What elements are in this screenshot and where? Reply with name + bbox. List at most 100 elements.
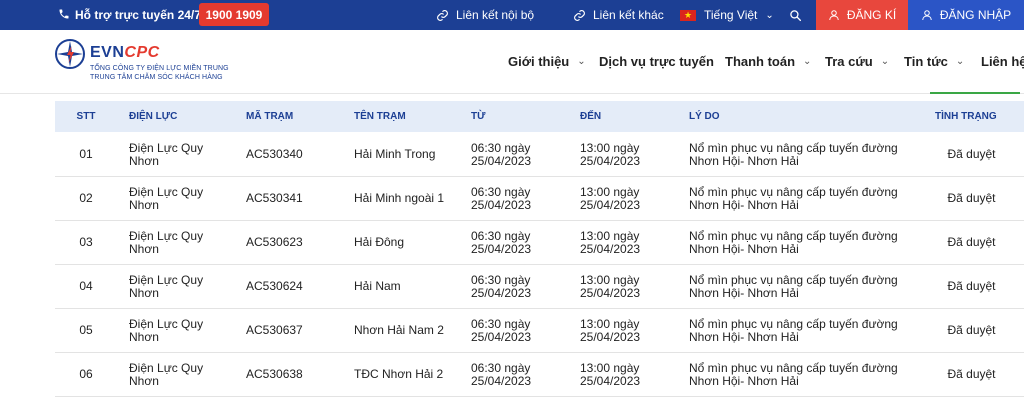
search-button[interactable] xyxy=(782,0,808,30)
cell-stt: 03 xyxy=(79,235,93,250)
cell-den: 13:00 ngày 25/04/2023 xyxy=(580,184,641,212)
nav-label: Thanh toán xyxy=(725,53,796,69)
hotline-label: Hỗ trợ trực tuyến 24/7: xyxy=(75,8,205,22)
brand-subtitle-1: TỔNG CÔNG TY ĐIỆN LỰC MIỀN TRUNG xyxy=(90,65,229,72)
login-button[interactable]: ĐĂNG NHẬP xyxy=(908,0,1024,30)
other-links[interactable]: Liên kết khác xyxy=(573,0,664,30)
table-row: 01 Điện Lực Quy Nhơn AC530340 Hải Minh T… xyxy=(55,133,1024,177)
chevron-down-icon: ⌄ xyxy=(955,55,965,67)
cell-ly-do: Nổ mìn phục vụ nâng cấp tuyến đường Nhơn… xyxy=(689,228,898,256)
cell-tu: 06:30 ngày 25/04/2023 xyxy=(471,316,532,344)
cell-tu: 06:30 ngày 25/04/2023 xyxy=(471,184,532,212)
col-stt: STT xyxy=(76,111,96,122)
cell-ten-tram: Hải Minh Trong xyxy=(354,147,436,162)
search-icon xyxy=(789,9,801,21)
cell-stt: 01 xyxy=(79,147,93,162)
cell-ma-tram: AC530624 xyxy=(246,279,303,294)
cell-ma-tram: AC530637 xyxy=(246,323,303,338)
cell-ly-do: Nổ mìn phục vụ nâng cấp tuyến đường Nhơn… xyxy=(689,360,898,388)
chevron-down-icon: ⌄ xyxy=(577,55,586,67)
cell-dien-luc: Điện Lực Quy Nhơn xyxy=(129,228,204,256)
register-button[interactable]: ĐĂNG KÍ xyxy=(816,0,908,30)
cell-den: 13:00 ngày 25/04/2023 xyxy=(580,272,641,300)
cell-dien-luc: Điện Lực Quy Nhơn xyxy=(129,272,204,300)
nav-tra-cuu[interactable]: Tra cứu ⌄ xyxy=(825,47,889,75)
nav-label: Liên hệ xyxy=(981,53,1024,69)
logo[interactable]: EVNCPC TỔNG CÔNG TY ĐIỆN LỰC MIỀN TRUNG … xyxy=(54,36,254,92)
cell-stt: 02 xyxy=(79,191,93,206)
cell-stt: 05 xyxy=(79,323,93,338)
nav-label: Dịch vụ trực tuyến xyxy=(599,53,714,69)
cell-den: 13:00 ngày 25/04/2023 xyxy=(580,228,641,256)
col-den: ĐẾN xyxy=(580,111,602,122)
brand-evn: EVN xyxy=(90,44,125,61)
cell-ten-tram: Hải Đông xyxy=(354,235,405,250)
table-row: 05 Điện Lực Quy Nhơn AC530637 Nhơn Hải N… xyxy=(55,309,1024,353)
table-header: STT ĐIỆN LỰC MÃ TRẠM TÊN TRẠM TỪ ĐẾN LÝ … xyxy=(55,101,1024,132)
brand-subtitle-2: TRUNG TÂM CHĂM SÓC KHÁCH HÀNG xyxy=(90,74,223,81)
table-row: 04 Điện Lực Quy Nhơn AC530624 Hải Nam 06… xyxy=(55,265,1024,309)
cell-den: 13:00 ngày 25/04/2023 xyxy=(580,140,641,168)
brand-cpc: CPC xyxy=(124,44,160,61)
cell-ma-tram: AC530340 xyxy=(246,147,303,162)
internal-links[interactable]: Liên kết nội bộ xyxy=(436,0,534,30)
cell-ten-tram: Nhơn Hải Nam 2 xyxy=(354,323,444,338)
internal-links-label: Liên kết nội bộ xyxy=(456,8,535,22)
link-icon xyxy=(437,9,448,21)
hotline-number[interactable]: 1900 1909 xyxy=(199,3,269,26)
cell-tu: 06:30 ngày 25/04/2023 xyxy=(471,272,532,300)
cell-tinh-trang: Đã duyệt xyxy=(947,279,996,294)
cell-stt: 04 xyxy=(79,279,93,294)
table-row: 03 Điện Lực Quy Nhơn AC530623 Hải Đông 0… xyxy=(55,221,1024,265)
cell-ly-do: Nổ mìn phục vụ nâng cấp tuyến đường Nhơn… xyxy=(689,272,898,300)
col-tinh-trang: TÌNH TRẠNG xyxy=(935,111,997,122)
language-select[interactable]: ★ Tiếng Việt ⌄ xyxy=(680,0,774,30)
cell-ma-tram: AC530638 xyxy=(246,367,303,382)
brand-name: EVNCPC xyxy=(90,44,160,62)
vietnam-flag-icon: ★ xyxy=(680,9,696,21)
cell-tinh-trang: Đã duyệt xyxy=(947,323,996,338)
top-bar: Hỗ trợ trực tuyến 24/7: 1900 1909 Liên k… xyxy=(0,0,1024,30)
cell-tinh-trang: Đã duyệt xyxy=(947,367,996,382)
cell-tu: 06:30 ngày 25/04/2023 xyxy=(471,140,532,168)
chevron-down-icon: ⌄ xyxy=(880,55,890,67)
table-row: 02 Điện Lực Quy Nhơn AC530341 Hải Minh n… xyxy=(55,177,1024,221)
evn-logo-icon xyxy=(55,39,85,69)
cell-ten-tram: TĐC Nhơn Hải 2 xyxy=(354,367,444,382)
cell-ly-do: Nổ mìn phục vụ nâng cấp tuyến đường Nhơn… xyxy=(689,140,898,168)
cell-tinh-trang: Đã duyệt xyxy=(947,235,996,250)
cell-dien-luc: Điện Lực Quy Nhơn xyxy=(129,360,204,388)
nav-gioi-thieu[interactable]: Giới thiệu ⌄ xyxy=(508,47,586,75)
nav-label: Tra cứu xyxy=(825,53,873,69)
cell-ly-do: Nổ mìn phục vụ nâng cấp tuyến đường Nhơn… xyxy=(689,184,898,212)
nav-dich-vu[interactable]: Dịch vụ trực tuyến xyxy=(599,47,714,75)
cell-tinh-trang: Đã duyệt xyxy=(947,191,996,206)
nav-label: Giới thiệu xyxy=(508,53,570,69)
cell-ten-tram: Hải Minh ngoài 1 xyxy=(354,191,445,206)
user-icon xyxy=(829,10,839,21)
cell-dien-luc: Điện Lực Quy Nhơn xyxy=(129,140,204,168)
nav-thanh-toan[interactable]: Thanh toán ⌄ xyxy=(725,47,811,75)
register-label: ĐĂNG KÍ xyxy=(846,8,897,22)
col-ma-tram: MÃ TRẠM xyxy=(246,111,294,122)
link-icon xyxy=(574,9,585,21)
cell-dien-luc: Điện Lực Quy Nhơn xyxy=(129,316,204,344)
col-tu: TỪ xyxy=(471,111,486,122)
cell-tinh-trang: Đã duyệt xyxy=(947,147,996,162)
cell-ma-tram: AC530623 xyxy=(246,235,303,250)
nav-lien-he[interactable]: Liên hệ xyxy=(981,47,1024,75)
hotline: Hỗ trợ trực tuyến 24/7: xyxy=(58,0,205,30)
col-dien-luc: ĐIỆN LỰC xyxy=(129,111,178,122)
phone-icon xyxy=(58,8,70,23)
cell-ly-do: Nổ mìn phục vụ nâng cấp tuyến đường Nhơn… xyxy=(689,316,898,344)
user-icon xyxy=(922,10,932,21)
col-ly-do: LÝ DO xyxy=(689,111,720,122)
col-ten-tram: TÊN TRẠM xyxy=(354,111,406,122)
chevron-down-icon: ⌄ xyxy=(765,9,774,21)
cell-den: 13:00 ngày 25/04/2023 xyxy=(580,360,641,388)
cell-ma-tram: AC530341 xyxy=(246,191,303,206)
cell-ten-tram: Hải Nam xyxy=(354,279,401,294)
nav-tin-tuc[interactable]: Tin tức ⌄ xyxy=(904,47,964,75)
nav-active-indicator xyxy=(930,92,1020,94)
cell-den: 13:00 ngày 25/04/2023 xyxy=(580,316,641,344)
